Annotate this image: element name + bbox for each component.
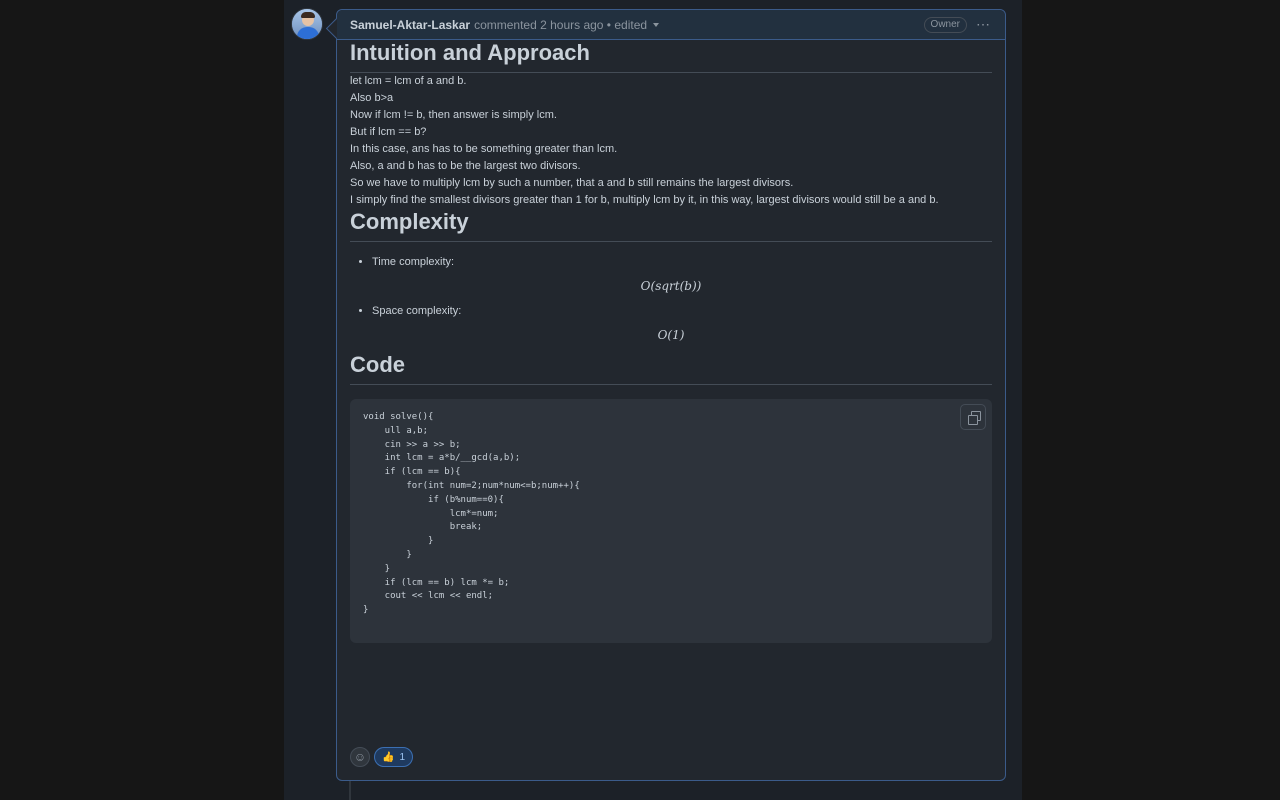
timeline-line bbox=[349, 781, 351, 800]
list-item: Time complexity: bbox=[372, 254, 992, 271]
list-item: Space complexity: bbox=[372, 303, 992, 320]
text-line: Also, a and b has to be the largest two … bbox=[350, 160, 581, 172]
code-text[interactable]: void solve(){ ull a,b; cin >> a >> b; in… bbox=[363, 411, 979, 618]
smiley-icon: ☺ bbox=[353, 750, 367, 764]
add-reaction-button[interactable]: ☺ bbox=[350, 747, 370, 767]
comment-card: Samuel-Aktar-Laskar commented 2 hours ag… bbox=[336, 9, 1006, 781]
text-line: Now if lcm != b, then answer is simply l… bbox=[350, 109, 557, 121]
text-line: But if lcm == b? bbox=[350, 126, 427, 138]
kebab-icon[interactable]: ⋯ bbox=[976, 16, 991, 33]
comment-body: Intuition and Approach let lcm = lcm of … bbox=[337, 40, 1005, 643]
space-complexity-label: Space complexity: bbox=[372, 305, 462, 317]
heading-intuition: Intuition and Approach bbox=[350, 40, 992, 73]
heading-complexity: Complexity bbox=[350, 209, 992, 242]
comment-header: Samuel-Aktar-Laskar commented 2 hours ag… bbox=[337, 10, 1005, 40]
chevron-down-icon[interactable] bbox=[653, 22, 660, 27]
owner-badge: Owner bbox=[923, 17, 967, 33]
text-line: let lcm = lcm of a and b. bbox=[350, 75, 467, 87]
text-line: I simply find the smallest divisors grea… bbox=[350, 194, 939, 206]
space-complexity-math: O(1) bbox=[657, 328, 685, 342]
paragraph-detail: But if lcm == b? In this case, ans has t… bbox=[350, 124, 992, 209]
complexity-list: Time complexity: bbox=[350, 254, 992, 271]
time-complexity-math: O(sqrt(b)) bbox=[640, 279, 702, 293]
heading-code: Code bbox=[350, 352, 992, 385]
text-line: So we have to multiply lcm by such a num… bbox=[350, 177, 794, 189]
comment-author[interactable]: Samuel-Aktar-Laskar bbox=[350, 18, 470, 32]
thumbs-up-icon: 👍 bbox=[382, 751, 395, 763]
reaction-count: 1 bbox=[399, 751, 406, 763]
text-line: In this case, ans has to be something gr… bbox=[350, 143, 618, 155]
reactions-bar: ☺ 👍 1 bbox=[350, 747, 414, 767]
paragraph-intro: let lcm = lcm of a and b. Also b>a Now i… bbox=[350, 73, 992, 124]
avatar[interactable] bbox=[291, 8, 323, 40]
complexity-list: Space complexity: bbox=[350, 303, 992, 320]
text-line: Also b>a bbox=[350, 92, 394, 104]
copy-icon bbox=[968, 415, 978, 425]
time-complexity-label: Time complexity: bbox=[372, 256, 455, 268]
code-block[interactable]: void solve(){ ull a,b; cin >> a >> b; in… bbox=[350, 399, 992, 643]
copy-button[interactable] bbox=[960, 404, 986, 430]
thumbs-up-reaction[interactable]: 👍 1 bbox=[374, 747, 414, 767]
comment-meta[interactable]: commented 2 hours ago • edited bbox=[474, 18, 647, 32]
